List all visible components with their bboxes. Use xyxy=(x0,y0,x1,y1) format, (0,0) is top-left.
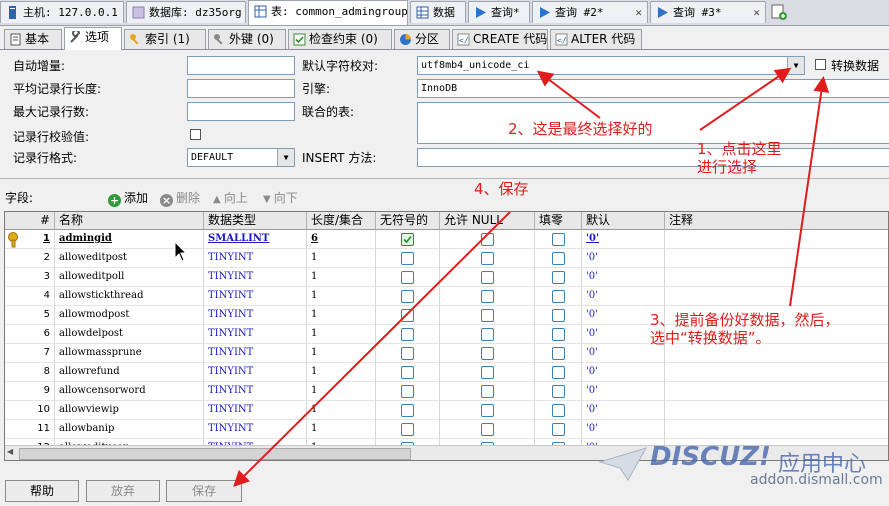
annotation-1-line2: 进行选择 xyxy=(697,158,758,176)
annotation-arrows xyxy=(233,67,830,487)
annotation-3-line2: 选中“转换数据”。 xyxy=(650,329,771,347)
arrow-4 xyxy=(233,211,511,487)
annotation-4: 4、保存 xyxy=(474,180,529,198)
mouse-cursor-icon xyxy=(174,241,188,262)
arrow-2 xyxy=(536,70,601,119)
annotation-1-line1: 1、点击这里 xyxy=(697,140,782,158)
annotation-3-line1: 3、提前备份好数据，然后， xyxy=(650,311,840,329)
annotation-2: 2、这是最终选择好的 xyxy=(508,120,653,138)
arrow-1 xyxy=(699,67,792,131)
arrow-3 xyxy=(789,76,830,307)
